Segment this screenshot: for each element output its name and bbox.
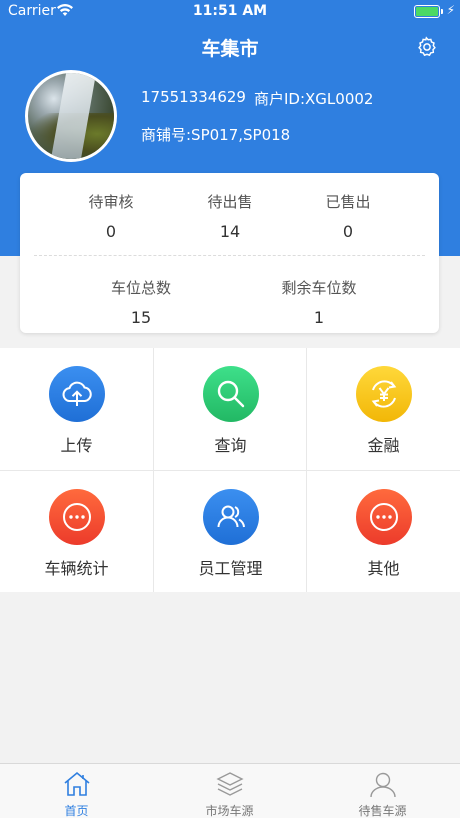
stat-value: 0 bbox=[342, 222, 354, 241]
charging-icon: ⚡ bbox=[446, 3, 455, 17]
menu-label: 员工管理 bbox=[198, 559, 263, 578]
menu-finance[interactable]: 金融 bbox=[307, 348, 460, 470]
layers-icon bbox=[215, 772, 244, 796]
stats-card: 待审核 0 待出售 14 已售出 0 车位总数 15 剩余车位数 1 bbox=[20, 173, 439, 333]
menu-other[interactable]: 其他 bbox=[307, 471, 460, 593]
menu-vehicle-stats[interactable]: 车辆统计 bbox=[0, 471, 153, 593]
tab-label: 市场车源 bbox=[205, 804, 254, 818]
tab-label: 首页 bbox=[64, 804, 89, 818]
stats-divider bbox=[34, 255, 425, 256]
tab-label: 待售车源 bbox=[358, 804, 407, 818]
user-icon bbox=[369, 772, 396, 798]
menu-label: 查询 bbox=[214, 436, 247, 455]
stat-label: 已售出 bbox=[325, 193, 371, 211]
battery-icon bbox=[414, 5, 440, 18]
tab-for-sale[interactable]: 待售车源 bbox=[306, 764, 459, 818]
menu-query[interactable]: 查询 bbox=[154, 348, 307, 470]
menu-upload[interactable]: 上传 bbox=[0, 348, 153, 470]
battery-tip bbox=[441, 9, 443, 14]
phone-number: 17551334629 bbox=[141, 88, 246, 106]
shop-number: 商铺号:SP017,SP018 bbox=[141, 126, 291, 144]
stat-for-sale[interactable]: 待出售 14 bbox=[170, 191, 290, 241]
home-icon bbox=[63, 771, 90, 796]
tab-market[interactable]: 市场车源 bbox=[153, 764, 306, 818]
users-icon bbox=[202, 489, 259, 545]
menu-staff-management[interactable]: 员工管理 bbox=[154, 471, 307, 593]
tab-bar: 首页 市场车源 待售车源 bbox=[0, 763, 460, 818]
stat-label: 待审核 bbox=[88, 193, 134, 211]
clock: 11:51 AM bbox=[192, 3, 268, 19]
stat-remaining-spaces[interactable]: 剩余车位数 1 bbox=[259, 277, 379, 327]
stat-value: 14 bbox=[219, 222, 241, 241]
menu-label: 其他 bbox=[367, 559, 400, 578]
stat-label: 剩余车位数 bbox=[281, 279, 357, 297]
more-dots-icon bbox=[355, 489, 412, 545]
merchant-id: 商户ID:XGL0002 bbox=[254, 90, 374, 108]
menu-label: 上传 bbox=[60, 436, 93, 455]
stat-pending-review[interactable]: 待审核 0 bbox=[51, 191, 171, 241]
avatar[interactable] bbox=[25, 70, 117, 162]
more-dots-icon bbox=[48, 489, 105, 545]
gear-icon[interactable] bbox=[416, 36, 438, 58]
page-title: 车集市 bbox=[201, 38, 259, 60]
search-icon bbox=[202, 366, 259, 422]
stat-sold[interactable]: 已售出 0 bbox=[288, 191, 408, 241]
tab-home[interactable]: 首页 bbox=[0, 764, 153, 818]
menu-grid: 上传 查询 金融 车辆统计 员工管理 其他 bbox=[0, 348, 460, 592]
stat-label: 待出售 bbox=[207, 193, 253, 211]
menu-label: 金融 bbox=[367, 436, 400, 455]
stat-total-spaces[interactable]: 车位总数 15 bbox=[81, 277, 201, 327]
menu-label: 车辆统计 bbox=[44, 559, 109, 578]
yuan-exchange-icon bbox=[355, 366, 412, 422]
status-bar: Carrier 11:51 AM ⚡ bbox=[0, 0, 460, 24]
stat-value: 1 bbox=[313, 308, 325, 327]
stat-value: 15 bbox=[130, 308, 152, 327]
cloud-upload-icon bbox=[48, 366, 105, 422]
stat-label: 车位总数 bbox=[110, 279, 171, 297]
stat-value: 0 bbox=[105, 222, 117, 241]
